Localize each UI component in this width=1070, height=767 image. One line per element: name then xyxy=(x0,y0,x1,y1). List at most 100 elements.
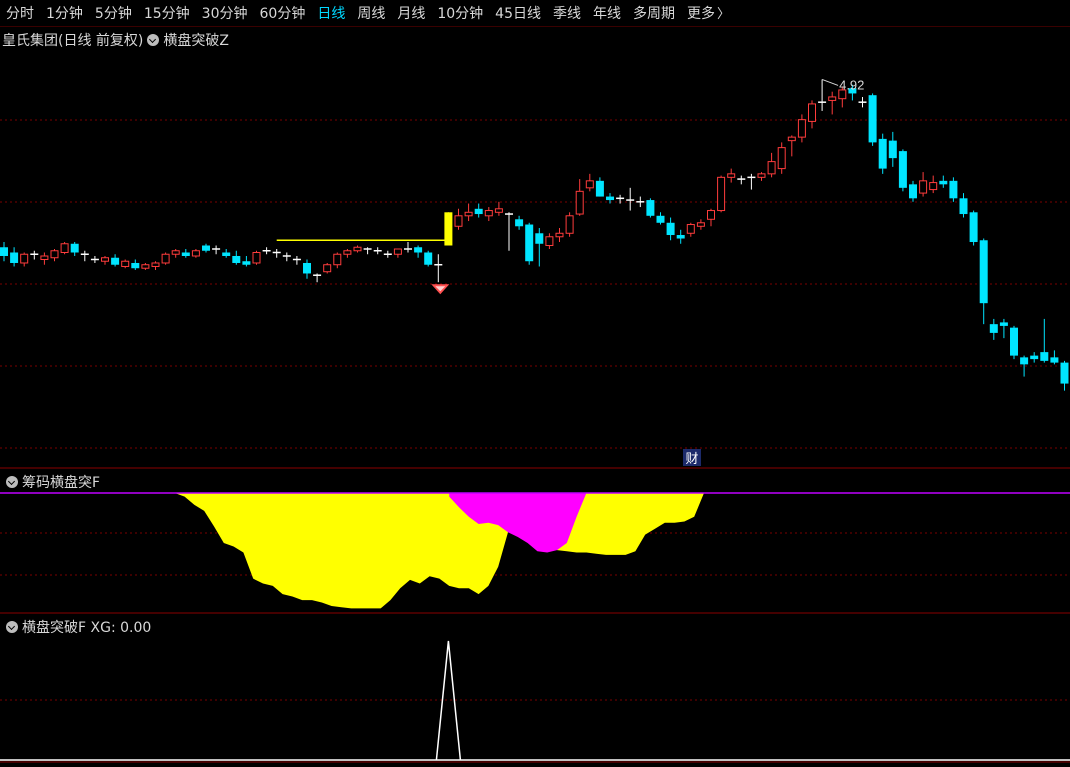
collapse-icon[interactable] xyxy=(147,34,160,46)
candle-body xyxy=(303,262,311,274)
candle-body xyxy=(606,196,614,201)
candle-body xyxy=(444,212,453,246)
chip-area xyxy=(165,493,763,609)
candle-body xyxy=(1010,327,1018,356)
period-tab-13[interactable]: 多周期 xyxy=(627,3,681,23)
candle-body xyxy=(929,182,938,191)
candle-body xyxy=(525,224,534,262)
candle-body xyxy=(424,252,433,265)
candle-body xyxy=(181,252,190,256)
period-tab-1[interactable]: 1分钟 xyxy=(40,3,89,23)
candle-body xyxy=(343,250,352,255)
candle-body xyxy=(696,222,705,227)
candle-body xyxy=(666,222,675,236)
period-tab-12[interactable]: 年线 xyxy=(587,3,627,23)
candle-body xyxy=(1060,362,1069,384)
candle-body xyxy=(727,173,736,178)
candle-body xyxy=(535,233,544,244)
candle-body xyxy=(888,140,897,159)
candle-body xyxy=(323,264,332,273)
period-tab-6[interactable]: 日线 xyxy=(311,3,351,23)
chevron-right-icon: 〉 xyxy=(716,7,730,22)
signal-diamond-icon-inner xyxy=(435,286,446,292)
period-tab-10[interactable]: 45日线 xyxy=(489,3,547,23)
candle-body xyxy=(191,250,200,257)
stock-title[interactable]: 皇氏集团(日线 前复权) xyxy=(2,33,143,49)
candle-body xyxy=(141,264,150,269)
candle-body xyxy=(595,180,604,197)
candle-body xyxy=(242,261,251,265)
candle-body xyxy=(121,260,130,267)
candle-body xyxy=(484,210,493,217)
candle-body xyxy=(707,210,715,220)
candle-body xyxy=(989,324,998,333)
collapse-icon[interactable] xyxy=(6,476,18,488)
candle-body xyxy=(474,208,483,215)
candle-body xyxy=(848,88,857,94)
chip-panel-title: 筹码横盘突F xyxy=(2,472,100,492)
candle-body xyxy=(464,211,473,217)
candle-body xyxy=(676,235,685,239)
finance-marker-bg xyxy=(683,449,701,466)
period-tab-5[interactable]: 60分钟 xyxy=(254,3,312,23)
candle-body xyxy=(20,253,29,264)
xg-panel-title: 横盘突破F XG: 0.00 xyxy=(2,617,151,637)
indicator-name[interactable]: 横盘突破Z xyxy=(163,33,229,49)
candle-body xyxy=(757,173,766,178)
chip-indicator-name[interactable]: 筹码横盘突F xyxy=(22,475,100,491)
candle-body xyxy=(515,219,524,227)
collapse-icon[interactable] xyxy=(6,621,18,633)
candle-body xyxy=(585,180,594,189)
chip-area-highlight xyxy=(449,493,587,553)
xg-indicator-name[interactable]: 横盘突破F xyxy=(22,620,86,636)
period-tab-0[interactable]: 分时 xyxy=(0,3,40,23)
main-panel-title: 皇氏集团(日线 前复权) 横盘突破Z xyxy=(2,30,229,50)
peak-label: 4.92 xyxy=(839,77,864,92)
candle-body xyxy=(70,243,79,253)
candle-body xyxy=(959,198,968,215)
candle-body xyxy=(171,250,180,255)
period-tab-3[interactable]: 15分钟 xyxy=(138,3,196,23)
candle-body xyxy=(10,252,19,263)
candle-body xyxy=(979,240,988,304)
candle-body xyxy=(1040,352,1049,361)
xg-value: XG: 0.00 xyxy=(90,620,152,636)
candle-body xyxy=(565,215,574,234)
candle-body xyxy=(393,248,402,255)
period-tab-9[interactable]: 10分钟 xyxy=(431,3,489,23)
candle-body xyxy=(1020,357,1029,365)
candle-body xyxy=(767,161,776,175)
candle-body xyxy=(353,246,362,252)
period-tab-4[interactable]: 30分钟 xyxy=(196,3,254,23)
candle-body xyxy=(656,215,665,223)
candle-body xyxy=(333,253,342,266)
candle-body xyxy=(717,176,726,212)
candle-body xyxy=(808,103,816,122)
candle-body xyxy=(414,247,423,253)
candle-body xyxy=(797,119,806,138)
period-tab-11[interactable]: 季线 xyxy=(547,3,587,23)
candle-body xyxy=(575,190,584,215)
chart-canvas[interactable]: 4.92 财 xyxy=(0,0,1070,767)
candle-body xyxy=(454,215,463,227)
candle-body xyxy=(494,208,503,213)
candle-body xyxy=(252,251,261,264)
candle-body xyxy=(949,180,958,199)
candle-body xyxy=(222,252,231,256)
more-button[interactable]: 更多〉 xyxy=(681,3,736,23)
candle-body xyxy=(545,236,554,247)
finance-marker: 财 xyxy=(685,452,698,467)
candle-body xyxy=(919,180,928,194)
candle-body xyxy=(909,184,917,199)
candle-body xyxy=(0,247,8,256)
period-tab-8[interactable]: 月线 xyxy=(391,3,431,23)
candle-body xyxy=(202,245,210,251)
candle-body xyxy=(999,322,1008,326)
candle-body xyxy=(898,151,907,188)
candle-body xyxy=(777,147,786,170)
period-tab-7[interactable]: 周线 xyxy=(351,3,391,23)
peak-pointer xyxy=(821,78,839,86)
candle-body xyxy=(555,232,564,238)
candle-body xyxy=(60,243,69,253)
period-tab-2[interactable]: 5分钟 xyxy=(89,3,138,23)
